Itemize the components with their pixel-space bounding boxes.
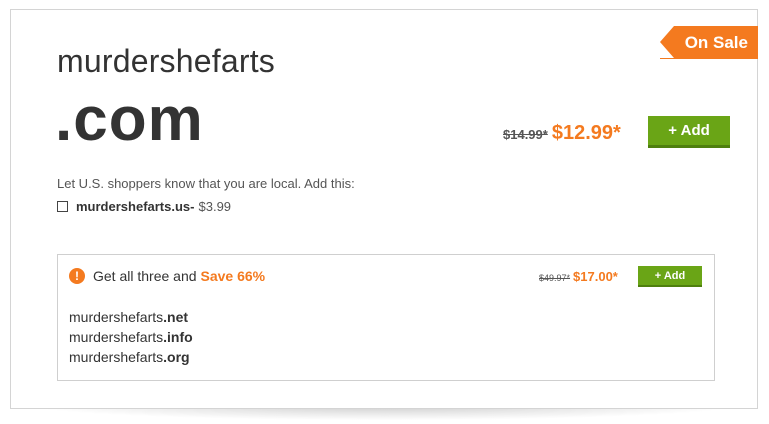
bundle-save: Save 66% [200, 268, 266, 284]
bundle-domain-list: murdershefarts.net murdershefarts.info m… [69, 307, 193, 367]
list-item: murdershefarts.org [69, 347, 193, 367]
bundle-domain-base: murdershefarts [69, 349, 164, 365]
bundle-old-price: $49.97* [539, 273, 571, 283]
local-domain-name: murdershefarts.us [76, 199, 191, 214]
bundle-headline: ! Get all three and Save 66% [69, 268, 265, 284]
domain-offer-card: On Sale murdershefarts .com $14.99* $12.… [10, 9, 758, 409]
bundle-domain-ext: .info [163, 329, 193, 345]
add-bundle-button-label: + Add [654, 269, 686, 282]
local-domain-checkbox[interactable] [57, 201, 68, 212]
add-domain-button[interactable]: + Add [648, 116, 730, 148]
add-domain-button-label: + Add [668, 122, 710, 139]
bundle-sale-price: $17.00* [573, 269, 618, 284]
domain-name: murdershefarts [57, 43, 275, 79]
bundle-price: $49.97* $17.00* [539, 269, 618, 284]
domain-price: $14.99* $12.99* [503, 122, 621, 145]
exclamation-circle-icon: ! [69, 268, 85, 284]
local-offer-row: murdershefarts.us - $3.99 [57, 199, 231, 214]
local-domain-separator: - [190, 199, 195, 214]
sale-price: $12.99* [551, 122, 621, 144]
list-item: murdershefarts.net [69, 307, 193, 327]
add-bundle-button[interactable]: + Add [638, 266, 702, 287]
on-sale-label: On Sale [684, 32, 748, 52]
bundle-domain-ext: .org [163, 349, 190, 365]
old-price: $14.99* [503, 127, 548, 142]
local-domain-price: $3.99 [198, 199, 232, 214]
list-item: murdershefarts.info [69, 327, 193, 347]
on-sale-badge: On Sale [660, 26, 758, 59]
bundle-text: Get all three and [93, 268, 197, 284]
bundle-domain-base: murdershefarts [69, 309, 164, 325]
local-offer-text: Let U.S. shoppers know that you are loca… [57, 176, 355, 191]
bundle-domain-base: murdershefarts [69, 329, 164, 345]
bundle-domain-ext: .net [163, 309, 189, 325]
bundle-offer: ! Get all three and Save 66% $49.97* $17… [57, 254, 715, 381]
domain-tld: .com [55, 85, 204, 154]
